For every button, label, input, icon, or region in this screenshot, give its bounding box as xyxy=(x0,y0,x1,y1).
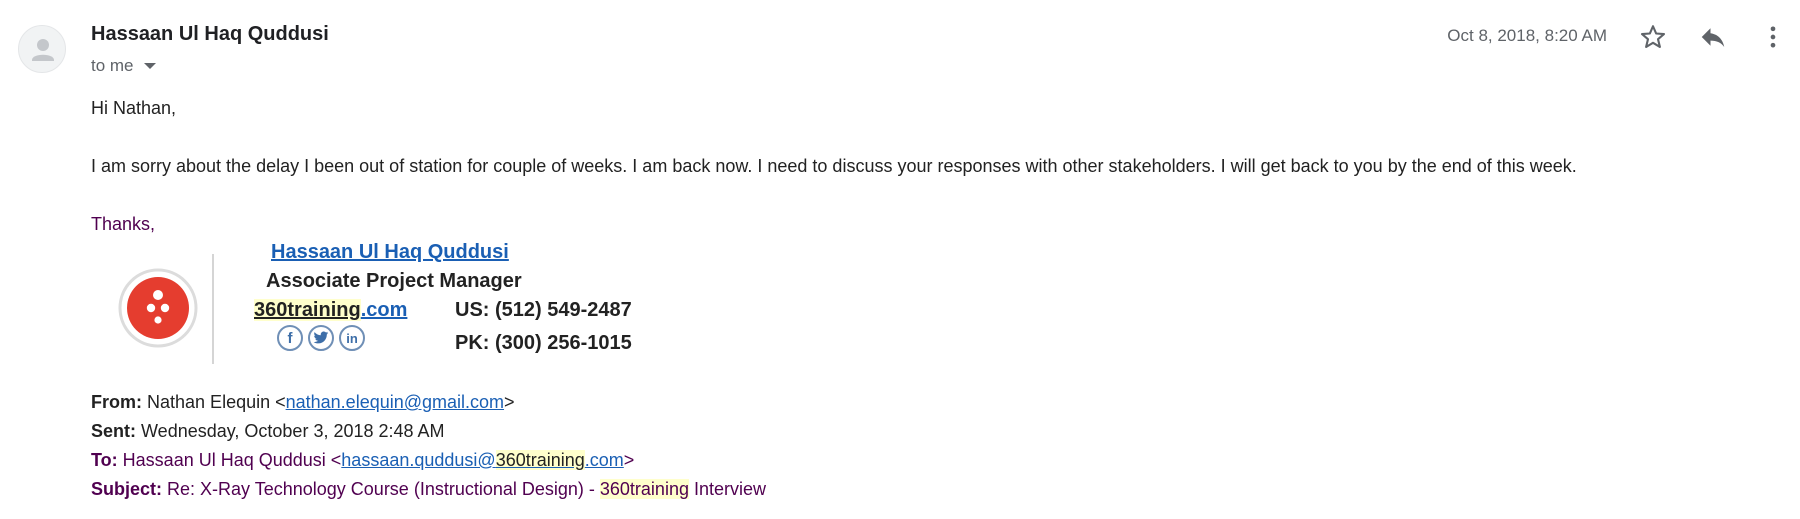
to-label: To: xyxy=(91,450,118,470)
more-vert-icon xyxy=(1770,26,1776,48)
from-label: From: xyxy=(91,392,142,412)
sender-avatar[interactable] xyxy=(18,25,66,73)
chevron-down-icon xyxy=(143,63,156,69)
quoted-to-line: To: Hassaan Ul Haq Quddusi <hassaan.qudd… xyxy=(91,450,634,471)
website-domain: .com xyxy=(360,299,408,321)
person-icon xyxy=(32,39,54,61)
to-name: Hassaan Ul Haq Quddusi < xyxy=(122,450,342,470)
signature-divider xyxy=(212,254,214,364)
subject-prefix: Re: X-Ray Technology Course (Instruction… xyxy=(167,479,600,499)
star-icon xyxy=(1640,25,1666,48)
quoted-from-line: From: Nathan Elequin <nathan.elequin@gma… xyxy=(91,392,515,413)
phone-us: US: (512) 549-2487 xyxy=(455,299,632,321)
email-date: Oct 8, 2018, 8:20 AM xyxy=(1447,26,1607,45)
facebook-icon[interactable]: f xyxy=(277,325,303,351)
sent-value: Wednesday, October 3, 2018 2:48 AM xyxy=(141,421,445,441)
website-highlight: 360training xyxy=(254,299,361,321)
signature-website-link[interactable]: 360training.com xyxy=(254,299,407,322)
twitter-icon[interactable] xyxy=(308,325,334,351)
to-email-highlight: 360training xyxy=(495,450,585,470)
phone-pk: PK: (300) 256-1015 xyxy=(455,332,632,354)
sent-label: Sent: xyxy=(91,421,136,441)
to-email-user: hassaan.quddusi@ xyxy=(341,450,496,470)
reply-icon xyxy=(1701,28,1725,47)
from-name: Nathan Elequin < xyxy=(147,392,286,412)
company-logo xyxy=(118,268,198,348)
subject-label: Subject: xyxy=(91,479,163,499)
to-email-link[interactable]: hassaan.quddusi@360training.com xyxy=(341,450,624,470)
reply-button[interactable] xyxy=(1696,20,1730,54)
subject-suffix: Interview xyxy=(688,479,766,499)
from-close: > xyxy=(504,392,515,412)
to-close: > xyxy=(623,450,635,470)
recipient-line: to me xyxy=(91,56,134,75)
more-options-button[interactable] xyxy=(1756,20,1790,54)
sender-name[interactable]: Hassaan Ul Haq Quddusi xyxy=(91,23,329,46)
quoted-subject-line: Subject: Re: X-Ray Technology Course (In… xyxy=(91,479,766,500)
signature-title: Associate Project Manager xyxy=(266,270,522,292)
recipient-details-toggle[interactable]: to me xyxy=(91,56,156,76)
linkedin-icon[interactable]: in xyxy=(339,325,365,351)
closing: Thanks, xyxy=(91,214,156,234)
greeting: Hi Nathan, xyxy=(91,98,177,118)
subject-highlight: 360training xyxy=(599,479,689,499)
quoted-sent-line: Sent: Wednesday, October 3, 2018 2:48 AM xyxy=(91,421,445,442)
to-email-domain: .com xyxy=(584,450,624,470)
body-paragraph: I am sorry about the delay I been out of… xyxy=(91,156,1577,176)
signature-name-link[interactable]: Hassaan Ul Haq Quddusi xyxy=(271,241,509,264)
star-button[interactable] xyxy=(1636,20,1670,54)
from-email-link[interactable]: nathan.elequin@gmail.com xyxy=(286,392,504,412)
